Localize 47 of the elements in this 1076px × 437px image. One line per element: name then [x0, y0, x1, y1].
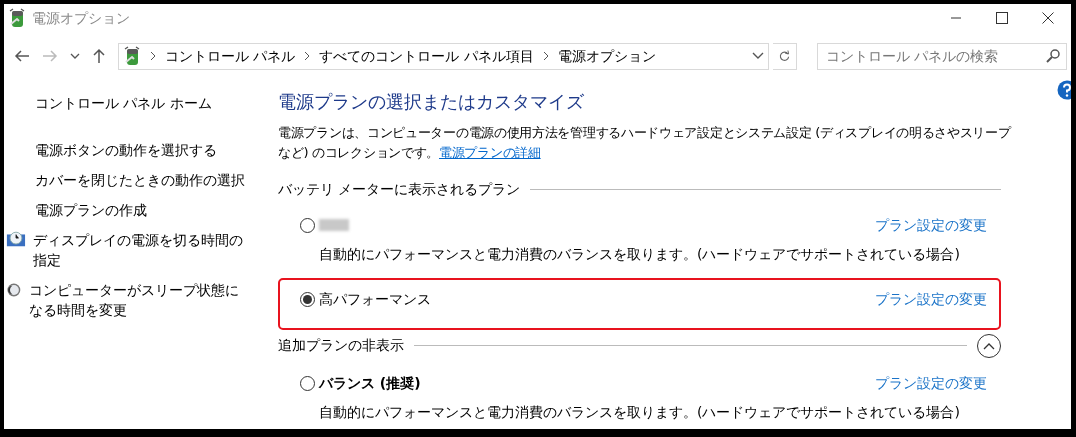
- clock-monitor-icon: [6, 230, 26, 248]
- chevron-right-icon: [304, 51, 311, 61]
- plan-settings-link[interactable]: プラン設定の変更: [875, 288, 987, 310]
- description-text: 電源プランは、コンピューターの電源の使用方法を管理するハードウェア設定とシステム設定 (ディスプレイの明るさやスリープなど) のコレクションです。電源プランの詳細: [278, 123, 1013, 162]
- battery-plug-icon: [8, 8, 26, 28]
- refresh-button[interactable]: [773, 42, 797, 70]
- chevron-up-icon: [983, 341, 995, 350]
- sidebar-link[interactable]: カバーを閉じたときの動作の選択: [35, 170, 245, 190]
- plan-description: 自動的にパフォーマンスと電力消費のバランスを取ります。(ハードウェアでサポートされている場合): [319, 244, 961, 264]
- sidebar-link[interactable]: ディスプレイの電源を切る時間の指定: [32, 230, 249, 270]
- radio-button[interactable]: [300, 375, 315, 391]
- refresh-icon: [779, 48, 790, 64]
- sidebar-link[interactable]: コントロール パネル ホーム: [35, 93, 249, 114]
- help-link[interactable]: 電源プランの詳細: [439, 144, 541, 160]
- section-title: バッテリ メーターに表示されるプラン: [278, 179, 521, 199]
- page-heading: 電源プランの選択またはカスタマイズ: [278, 91, 585, 113]
- close-icon: [1042, 12, 1054, 24]
- breadcrumb-item[interactable]: コントロール パネル: [165, 45, 296, 67]
- forward-arrow-icon: [42, 49, 58, 63]
- radio-button[interactable]: [300, 291, 315, 307]
- search-icon: [1046, 49, 1060, 63]
- breadcrumb-item[interactable]: 電源オプション: [557, 45, 656, 67]
- search-field[interactable]: コントロール パネルの検索: [817, 42, 1067, 70]
- battery-plug-icon: [123, 46, 141, 66]
- blurred-label: [319, 219, 349, 232]
- plan-settings-link[interactable]: プラン設定の変更: [875, 372, 987, 394]
- window-title: 電源オプション: [32, 8, 130, 28]
- breadcrumb-item[interactable]: すべてのコントロール パネル項目: [319, 45, 534, 67]
- plan-settings-link[interactable]: プラン設定の変更: [875, 214, 987, 236]
- address-bar[interactable]: コントロール パネル すべてのコントロール パネル項目 電源オプション: [118, 42, 769, 70]
- chevron-right-icon: [150, 51, 156, 61]
- section-title: 追加プランの非表示: [278, 336, 404, 356]
- chevron-right-icon: [542, 51, 549, 61]
- up-arrow-icon: [92, 48, 106, 64]
- plan-description: 自動的にパフォーマンスと電力消費のバランスを取ります。(ハードウェアでサポートされている場合): [319, 402, 961, 422]
- sidebar-link[interactable]: 電源ボタンの動作を選択する: [35, 140, 217, 160]
- sidebar-link[interactable]: 電源プランの作成: [35, 200, 147, 220]
- chevron-down-icon: [70, 53, 80, 59]
- maximize-icon: [996, 12, 1008, 24]
- radio-button[interactable]: [300, 217, 315, 233]
- collapse-toggle[interactable]: [977, 333, 1001, 358]
- back-arrow-icon: [14, 49, 30, 63]
- chevron-down-icon[interactable]: [752, 52, 764, 60]
- plan-name: 高パフォーマンス: [319, 289, 431, 309]
- sidebar-link[interactable]: コンピューターがスリープ状態になる時間を変更: [28, 280, 249, 320]
- plan-name: バランス (推奨): [319, 373, 421, 393]
- help-icon[interactable]: [1057, 80, 1071, 100]
